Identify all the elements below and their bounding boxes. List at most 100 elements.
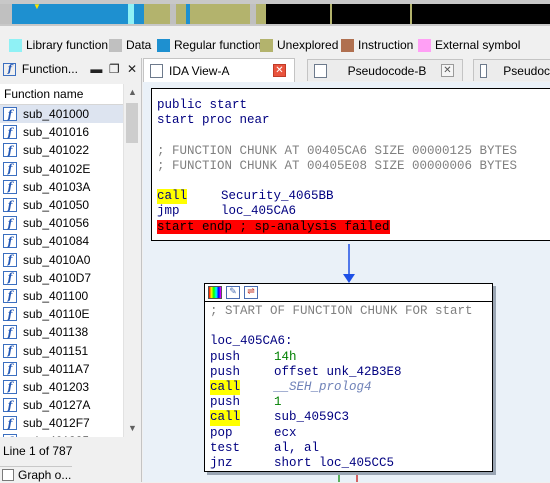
operand: __SEH_prolog4 — [274, 379, 372, 394]
function-list-item[interactable]: f sub_40102E — [0, 160, 123, 178]
color-palette-icon[interactable] — [208, 286, 222, 299]
scroll-thumb[interactable] — [126, 103, 138, 143]
legend-external-symbol: External symbol — [418, 37, 520, 53]
comment-line[interactable]: ; START OF FUNCTION CHUNK FOR start — [210, 304, 473, 319]
mnemonic: push — [210, 349, 241, 364]
legend-label: Data — [126, 38, 152, 52]
function-list-item[interactable]: f sub_401000 — [0, 105, 123, 124]
function-icon: f — [3, 434, 17, 437]
function-icon: f — [3, 325, 17, 340]
code-block-loc-405ca6[interactable]: ✎ ⇌ ; START OF FUNCTION CHUNK FOR start l… — [204, 283, 493, 472]
function-name: sub_40102E — [23, 161, 91, 176]
operand: al, al — [274, 440, 320, 455]
navigation-band[interactable]: ▼ — [0, 0, 550, 26]
instruction-line[interactable]: jnz short loc_405CC5 — [210, 456, 473, 471]
mnemonic: pop — [210, 425, 233, 440]
tab-pseudocode-c[interactable]: Pseudoc — [473, 59, 550, 81]
function-list-scrollbar[interactable]: ▲ ▼ — [123, 84, 141, 437]
function-list-item[interactable]: f sub_401138 — [0, 323, 123, 341]
mnemonic: push — [210, 395, 241, 410]
instruction-line[interactable]: push offset unk_42B3E8 — [210, 365, 473, 380]
legend-swatch — [109, 38, 122, 52]
legend-unexplored: Unexplored — [260, 37, 338, 53]
function-list-item[interactable]: f sub_401016 — [0, 123, 123, 141]
function-list-item[interactable]: f sub_401084 — [0, 232, 123, 250]
function-list-item[interactable]: f sub_4012F7 — [0, 414, 123, 432]
disassembly-view-icon — [150, 63, 163, 78]
close-icon[interactable]: ✕ — [123, 62, 141, 76]
function-icon: f — [3, 270, 17, 285]
label-line[interactable]: public start — [157, 98, 517, 113]
label-line[interactable]: loc_405CA6: — [210, 334, 473, 349]
tab-pseudocode-b[interactable]: Pseudocode-B ✕ — [307, 59, 463, 81]
function-name-column-header[interactable]: Function name — [0, 84, 123, 105]
tab-ida-view-a[interactable]: IDA View-A ✕ — [143, 58, 295, 82]
function-list-item[interactable]: f sub_401100 — [0, 287, 123, 305]
error-line[interactable]: start endp ; sp-analysis failed — [157, 219, 517, 235]
close-tab-icon[interactable]: ✕ — [441, 64, 454, 77]
tab-label: IDA View-A — [169, 63, 230, 78]
function-icon: f — [3, 234, 17, 249]
pseudocode-view-icon — [314, 63, 327, 78]
function-name: sub_401016 — [23, 125, 90, 140]
legend-swatch — [260, 38, 273, 52]
code-lines: public start start proc near ; FUNCTION CH… — [157, 98, 517, 235]
function-list-status: Line 1 of 787 — [3, 444, 73, 458]
scroll-up-icon[interactable]: ▲ — [124, 84, 141, 101]
instruction-line[interactable]: call Security_4065BB — [157, 189, 517, 205]
mnemonic: jnz — [210, 455, 233, 470]
functions-window: f Function... ▬ ❐ ✕ Function name f sub_4… — [0, 58, 142, 482]
function-name: sub_40127A — [23, 398, 91, 413]
code-block-start[interactable]: public start start proc near ; FUNCTION CH… — [151, 88, 550, 241]
instruction-line[interactable]: test al, al — [210, 441, 473, 456]
node-header-divider — [205, 301, 492, 302]
function-list-item[interactable]: f sub_4011A7 — [0, 360, 123, 378]
graph-canvas[interactable]: public start start proc near ; FUNCTION CH… — [143, 82, 550, 482]
function-list-item[interactable]: f sub_401151 — [0, 341, 123, 359]
function-list-item[interactable]: f sub_401022 — [0, 141, 123, 159]
node-toolbar: ✎ ⇌ — [208, 286, 258, 299]
function-list-item[interactable]: f sub_4010A0 — [0, 251, 123, 269]
function-name: sub_40110E — [23, 307, 90, 322]
float-icon[interactable]: ❐ — [105, 62, 123, 76]
functions-window-titlebar[interactable]: f Function... ▬ ❐ ✕ — [0, 58, 141, 80]
instruction-line[interactable]: push 14h — [210, 350, 473, 365]
mnemonic: call — [210, 379, 241, 396]
function-list-item[interactable]: f sub_401050 — [0, 196, 123, 214]
edit-icon[interactable]: ✎ — [226, 286, 240, 299]
instruction-line[interactable]: call __SEH_prolog4 — [210, 379, 473, 396]
graph-overview-tab[interactable]: Graph o... — [0, 466, 72, 483]
graph-icon[interactable]: ⇌ — [244, 286, 258, 299]
code-lines: ; START OF FUNCTION CHUNK FOR start loc_4… — [210, 304, 473, 471]
function-window-icon: f — [2, 61, 18, 77]
instruction-line[interactable]: call sub_4059C3 — [210, 410, 473, 426]
function-list-item[interactable]: f sub_40127A — [0, 396, 123, 414]
function-name: sub_401000 — [23, 107, 90, 122]
function-list-item[interactable]: f sub_401203 — [0, 378, 123, 396]
instruction-line[interactable]: jmp loc_405CA6 — [157, 204, 517, 219]
function-icon: f — [3, 107, 17, 122]
legend-label: Instruction — [358, 38, 414, 52]
function-list-item[interactable]: f sub_401335 — [0, 432, 123, 437]
close-tab-icon[interactable]: ✕ — [273, 64, 286, 77]
error-text: start endp ; sp-analysis failed — [157, 219, 390, 234]
function-list-item[interactable]: f sub_401056 — [0, 214, 123, 232]
legend-swatch — [341, 38, 354, 52]
legend-regular-function: Regular function — [157, 37, 261, 53]
function-list-item[interactable]: f sub_4010D7 — [0, 269, 123, 287]
function-name: sub_401050 — [23, 198, 90, 213]
function-list[interactable]: f sub_401000 f sub_401016 f sub_401022 f sub_40… — [0, 105, 123, 437]
label-line[interactable]: start proc near — [157, 113, 517, 128]
instruction-line[interactable]: pop ecx — [210, 426, 473, 441]
function-icon: f — [3, 198, 17, 213]
scroll-down-icon[interactable]: ▼ — [124, 420, 141, 437]
comment-line[interactable]: ; FUNCTION CHUNK AT 00405CA6 SIZE 000001… — [157, 144, 517, 159]
comment-text: ; FUNCTION CHUNK AT 00405CA6 SIZE 000001… — [157, 143, 518, 158]
instruction-line[interactable]: push 1 — [210, 395, 473, 410]
function-list-item[interactable]: f sub_40110E — [0, 305, 123, 323]
function-name: sub_401138 — [23, 325, 89, 340]
comment-line[interactable]: ; FUNCTION CHUNK AT 00405E08 SIZE 000000… — [157, 159, 517, 174]
function-list-item[interactable]: f sub_40103A — [0, 178, 123, 196]
minimize-icon[interactable]: ▬ — [87, 62, 105, 76]
